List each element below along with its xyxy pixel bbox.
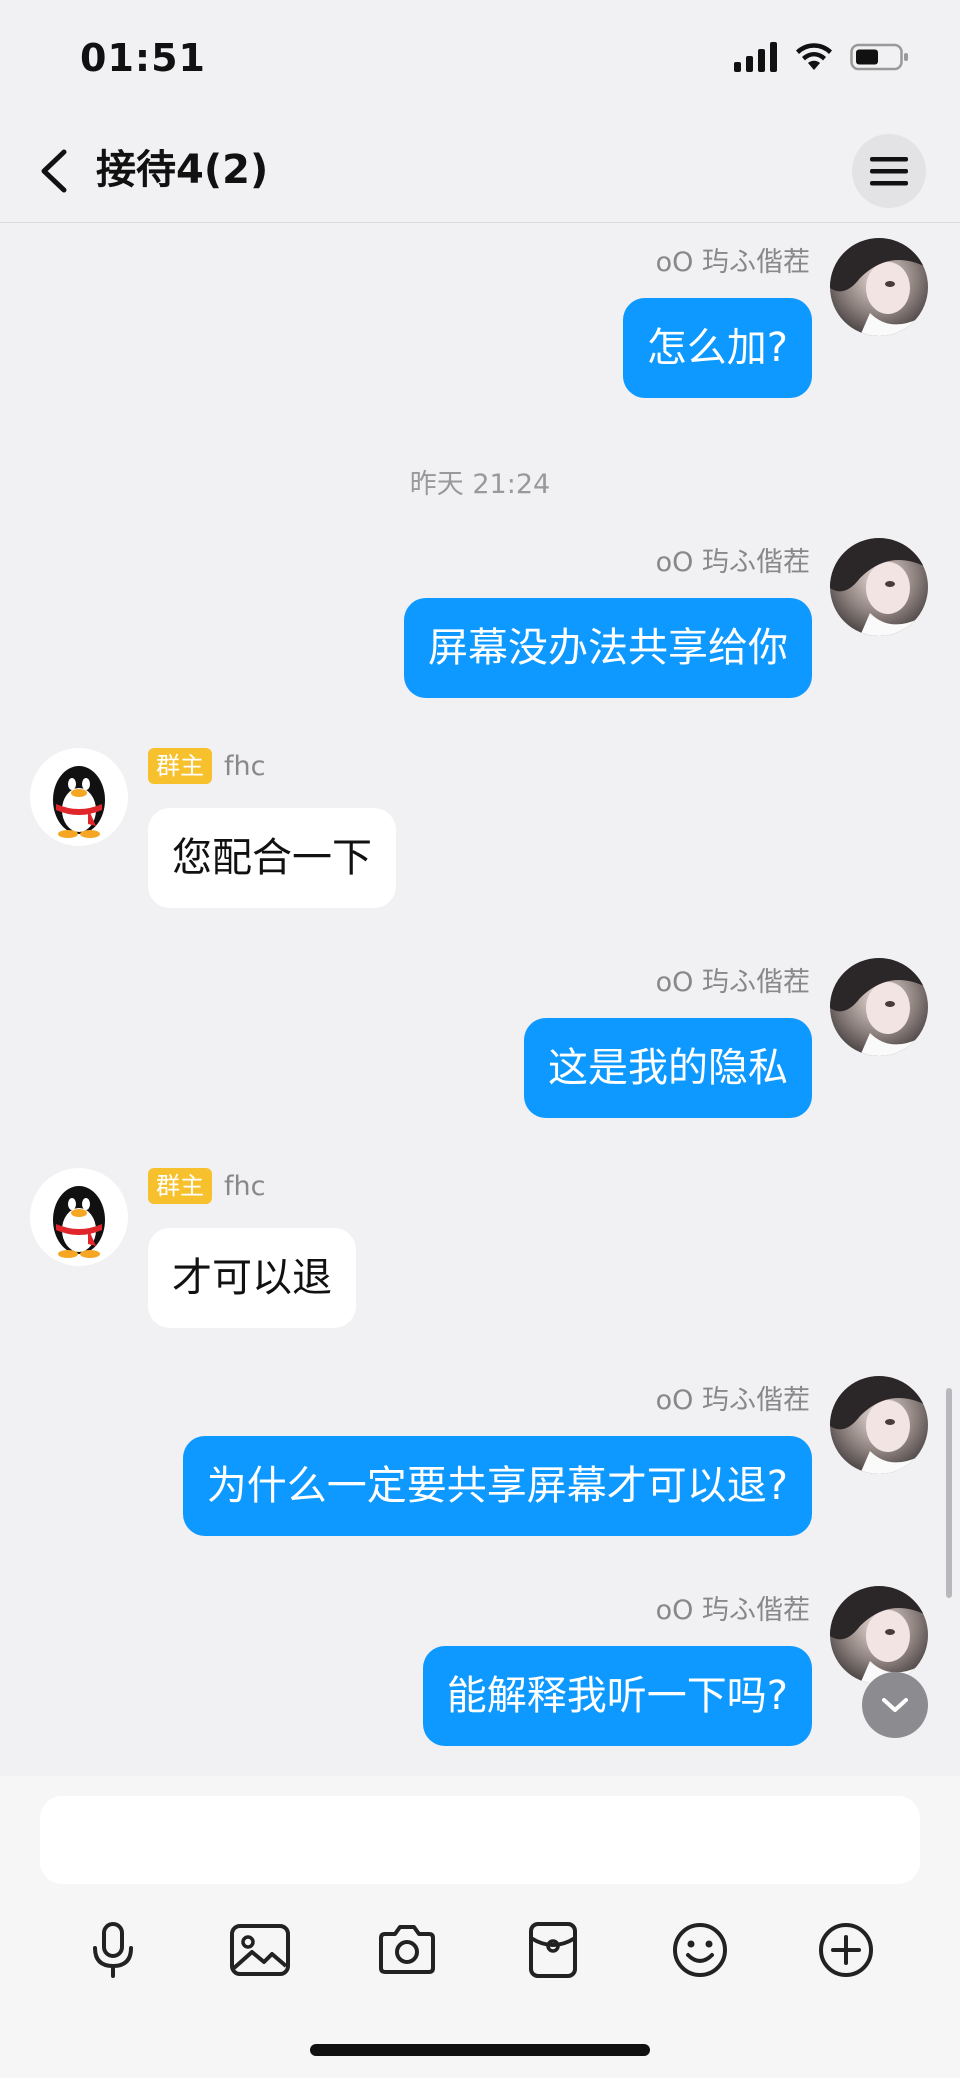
wifi-icon bbox=[796, 43, 832, 70]
red-packet-icon bbox=[529, 1922, 577, 1978]
more-button[interactable] bbox=[806, 1910, 886, 1990]
avatar[interactable] bbox=[30, 748, 128, 846]
microphone-icon bbox=[93, 1922, 133, 1978]
emoji-icon bbox=[673, 1923, 727, 1977]
avatar[interactable] bbox=[830, 538, 928, 636]
message-bubble[interactable]: 怎么加? bbox=[622, 298, 812, 398]
red-packet-button[interactable] bbox=[513, 1910, 593, 1990]
signal-icon bbox=[734, 42, 777, 72]
nav-bar: 接待4(2) bbox=[0, 120, 960, 223]
message-sender: oO 玙ふ偕茬 bbox=[655, 547, 810, 578]
status-bar: 01:51 bbox=[0, 0, 960, 120]
menu-icon bbox=[870, 157, 908, 186]
composer-toolbar bbox=[0, 1910, 960, 1990]
status-time: 01:51 bbox=[80, 36, 206, 80]
message-sender: oO 玙ふ偕茬 bbox=[655, 1595, 810, 1626]
avatar[interactable] bbox=[830, 1376, 928, 1474]
scrollbar[interactable] bbox=[946, 1388, 952, 1598]
battery-icon bbox=[850, 43, 908, 71]
message-bubble[interactable]: 能解释我听一下吗? bbox=[422, 1646, 812, 1746]
message-bubble[interactable]: 为什么一定要共享屏幕才可以退? bbox=[182, 1436, 812, 1536]
avatar[interactable] bbox=[30, 1168, 128, 1266]
sender-name: fhc bbox=[224, 1170, 266, 1202]
image-icon bbox=[230, 1924, 290, 1976]
camera-button[interactable] bbox=[367, 1910, 447, 1990]
back-button[interactable] bbox=[30, 142, 80, 200]
message-sender: oO 玙ふ偕茬 bbox=[655, 1385, 810, 1416]
message-sender: 群主 fhc bbox=[148, 748, 265, 784]
status-icons bbox=[734, 42, 910, 72]
owner-badge: 群主 bbox=[148, 748, 212, 784]
message-bubble[interactable]: 才可以退 bbox=[148, 1228, 356, 1328]
message-bubble[interactable]: 这是我的隐私 bbox=[524, 1018, 812, 1118]
scroll-to-bottom-button[interactable] bbox=[862, 1672, 928, 1738]
camera-icon bbox=[379, 1925, 435, 1974]
home-indicator[interactable] bbox=[310, 2044, 650, 2056]
avatar[interactable] bbox=[830, 1586, 928, 1684]
message-input[interactable] bbox=[40, 1796, 920, 1884]
chevron-left-icon bbox=[41, 149, 67, 193]
avatar[interactable] bbox=[830, 958, 928, 1056]
message-bubble[interactable]: 屏幕没办法共享给你 bbox=[404, 598, 812, 698]
plus-icon bbox=[819, 1923, 873, 1977]
sender-name: fhc bbox=[224, 750, 266, 782]
voice-button[interactable] bbox=[73, 1910, 153, 1990]
chevron-down-icon bbox=[882, 1698, 908, 1712]
emoji-button[interactable] bbox=[660, 1910, 740, 1990]
timestamp: 昨天 21:24 bbox=[409, 469, 551, 500]
composer bbox=[0, 1776, 960, 2078]
message-bubble[interactable]: 您配合一下 bbox=[148, 808, 396, 908]
message-sender: oO 玙ふ偕茬 bbox=[655, 967, 810, 998]
chat-title: 接待4(2) bbox=[96, 147, 269, 193]
message-sender: 群主 fhc bbox=[148, 1168, 265, 1204]
menu-button[interactable] bbox=[852, 134, 926, 208]
owner-badge: 群主 bbox=[148, 1168, 212, 1204]
photo-button[interactable] bbox=[220, 1910, 300, 1990]
message-sender: oO 玙ふ偕茬 bbox=[655, 247, 810, 278]
avatar[interactable] bbox=[830, 238, 928, 336]
